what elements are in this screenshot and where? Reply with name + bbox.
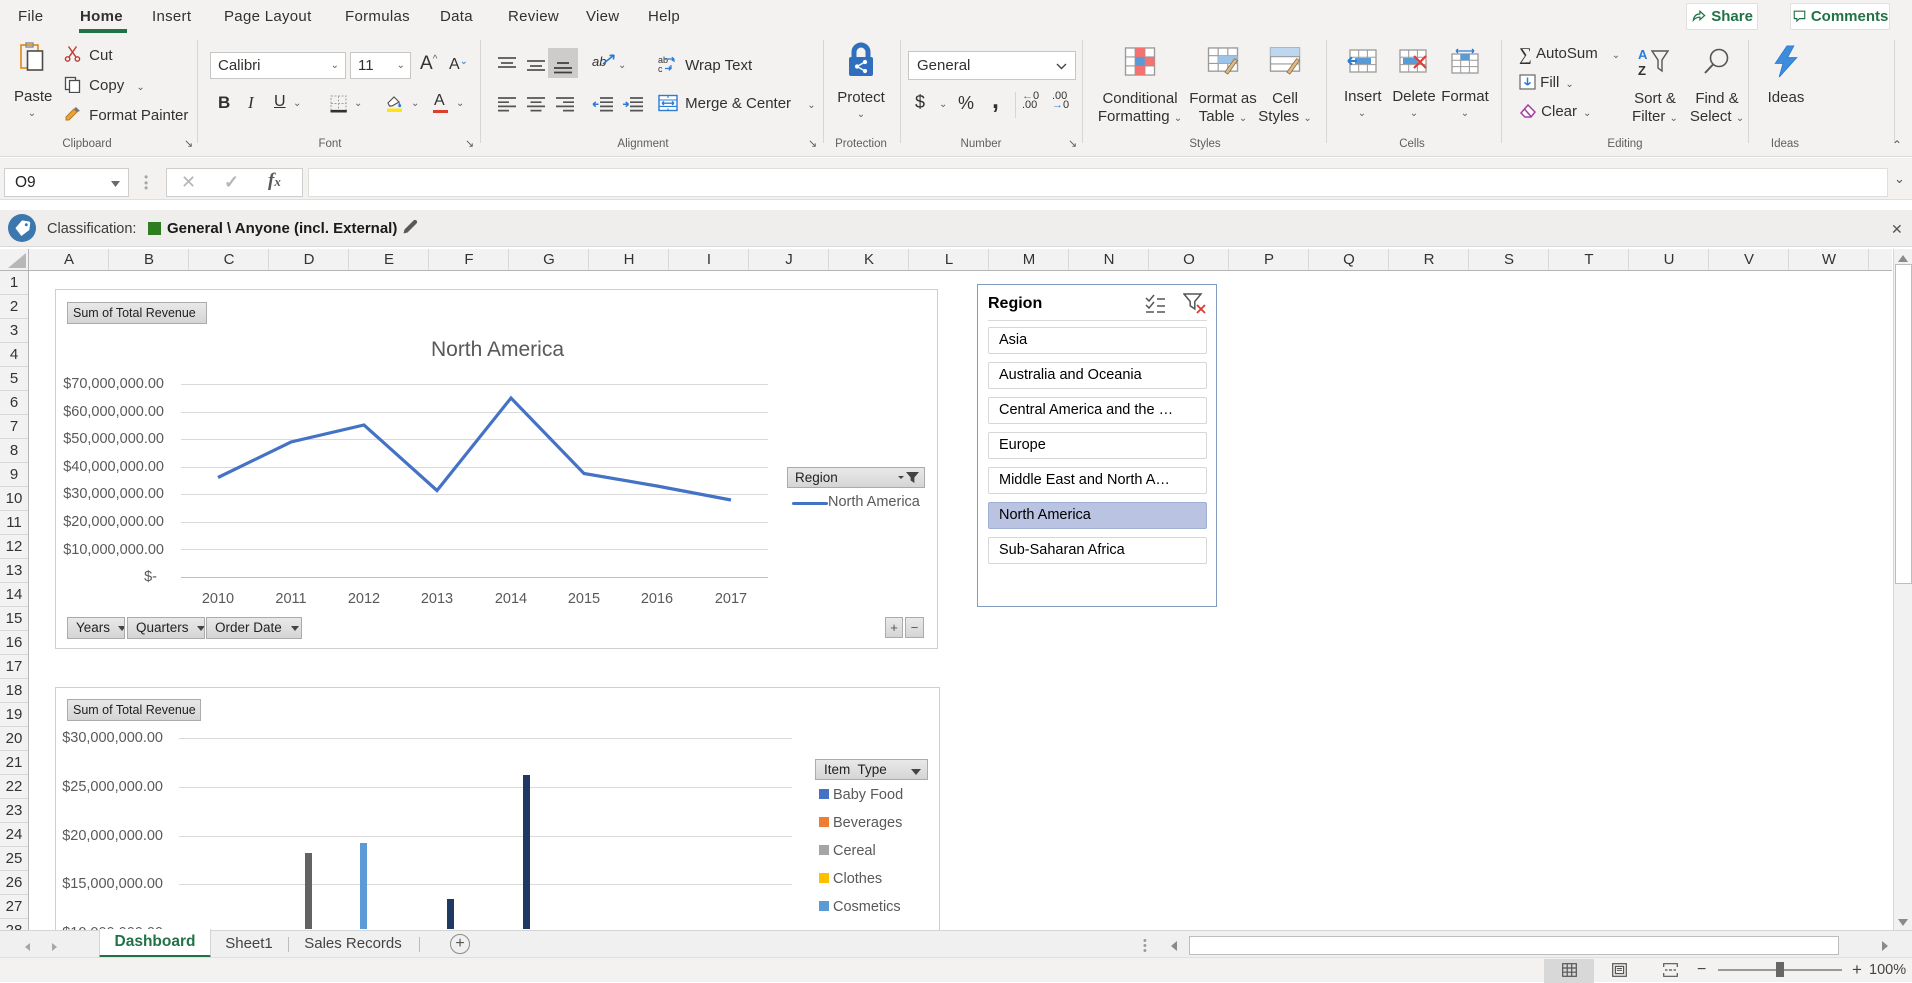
svg-text:A: A — [1638, 47, 1648, 62]
svg-text:Z: Z — [1638, 63, 1646, 77]
svg-text:c: c — [658, 64, 663, 74]
